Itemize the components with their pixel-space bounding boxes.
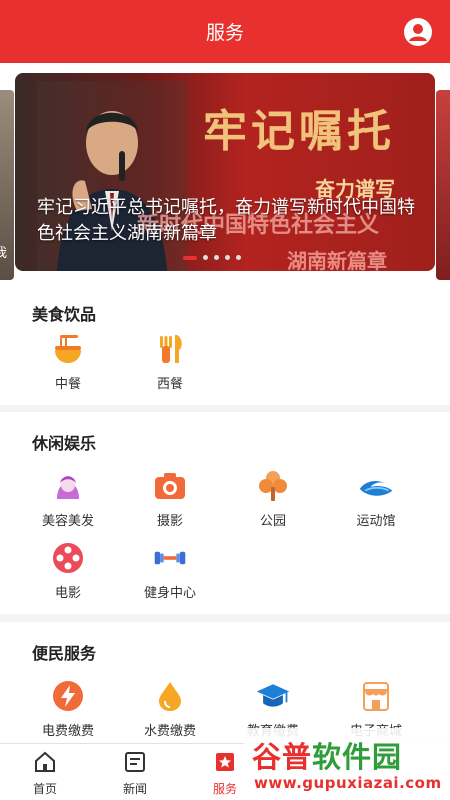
store-icon	[358, 678, 394, 714]
service-photography[interactable]: 摄影	[122, 468, 218, 529]
banner-slide[interactable]: 牢记嘱托 奋力谱写 新时代中国特色社会主义 湖南新篇章 牢记习近平总书记嘱托，奋…	[15, 73, 435, 271]
banner-carousel[interactable]: 我 牢记嘱托 奋力谱写 新时代中国特色社会主义 湖南新篇章 牢记习近平总书记嘱托…	[0, 63, 450, 283]
carousel-dot[interactable]	[236, 255, 241, 260]
news-icon	[125, 752, 145, 772]
carousel-dot-active[interactable]	[183, 255, 197, 260]
carousel-dot[interactable]	[214, 255, 219, 260]
service-label: 运动馆	[356, 514, 396, 529]
service-beauty[interactable]: 美容美发	[20, 468, 116, 529]
service-label: 电费缴费	[41, 724, 94, 739]
tab-home[interactable]: 首页	[15, 750, 75, 797]
service-chinese-food[interactable]: 中餐	[20, 331, 116, 392]
section-title: 美食饮品	[32, 305, 97, 324]
watermark-url: www.gupuxiazai.com	[254, 774, 442, 792]
service-electricity-bill[interactable]: 电费缴费	[20, 678, 116, 739]
tree-icon	[255, 468, 291, 504]
carousel-dot[interactable]	[203, 255, 208, 260]
section-title: 休闲娱乐	[32, 434, 97, 453]
prev-slide-text: 我	[0, 246, 8, 261]
service-label: 美容美发	[41, 514, 94, 529]
camera-icon	[152, 468, 188, 504]
banner-next-slide[interactable]	[436, 90, 450, 280]
wave-icon	[358, 468, 394, 504]
tab-label: 新闻	[122, 782, 147, 796]
service-label: 电影	[54, 586, 81, 601]
service-water-bill[interactable]: 水费缴费	[122, 678, 218, 739]
user-profile-icon[interactable]	[404, 18, 432, 46]
graduation-cap-icon	[255, 678, 291, 714]
service-movie[interactable]: 电影	[20, 540, 116, 601]
site-watermark: 谷普软件园 www.gupuxiazai.com	[244, 728, 450, 800]
banner-headline: 牢记嘱托	[203, 106, 395, 157]
tab-label: 首页	[32, 782, 57, 796]
section-title: 便民服务	[32, 644, 97, 663]
service-label: 水费缴费	[143, 724, 196, 739]
service-icon	[216, 753, 234, 771]
carousel-dot[interactable]	[225, 255, 230, 260]
service-label: 中餐	[54, 377, 81, 392]
beauty-icon	[50, 468, 86, 504]
section-civic: 便民服务 电费缴费 水费缴费 教育缴费 电子商城	[0, 622, 450, 743]
home-icon	[35, 751, 55, 772]
watermark-brand-b: 软件园	[312, 740, 403, 774]
fork-knife-icon	[152, 331, 188, 367]
top-bar: 服务	[0, 0, 450, 63]
noodle-bowl-icon	[50, 331, 86, 367]
service-fitness-center[interactable]: 健身中心	[122, 540, 218, 601]
service-western-food[interactable]: 西餐	[122, 331, 218, 392]
section-leisure: 休闲娱乐 美容美发 摄影 公园 运动馆 电影 健身中心	[0, 412, 450, 614]
service-label: 公园	[259, 514, 286, 529]
service-park[interactable]: 公园	[225, 468, 321, 529]
watermark-brand-a: 谷普	[252, 740, 313, 774]
banner-prev-slide[interactable]: 我	[0, 90, 14, 280]
banner-caption: 牢记习近平总书记嘱托，奋力谱写新时代中国特色社会主义湖南新篇章	[37, 197, 415, 244]
carousel-indicator	[183, 255, 241, 260]
banner-subline-3: 湖南新篇章	[287, 249, 387, 271]
page-title: 服务	[205, 22, 244, 44]
service-label: 健身中心	[143, 586, 196, 601]
section-food: 美食饮品 中餐 西餐	[0, 283, 450, 405]
lightning-icon	[50, 678, 86, 714]
service-gym-hall[interactable]: 运动馆	[328, 468, 424, 529]
service-label: 西餐	[156, 377, 183, 392]
film-reel-icon	[50, 540, 86, 576]
watermark-brand: 谷普软件园	[252, 734, 402, 776]
dumbbell-icon	[152, 540, 188, 576]
service-label: 摄影	[156, 514, 183, 529]
water-drop-icon	[152, 678, 188, 714]
tab-news[interactable]: 新闻	[105, 750, 165, 797]
